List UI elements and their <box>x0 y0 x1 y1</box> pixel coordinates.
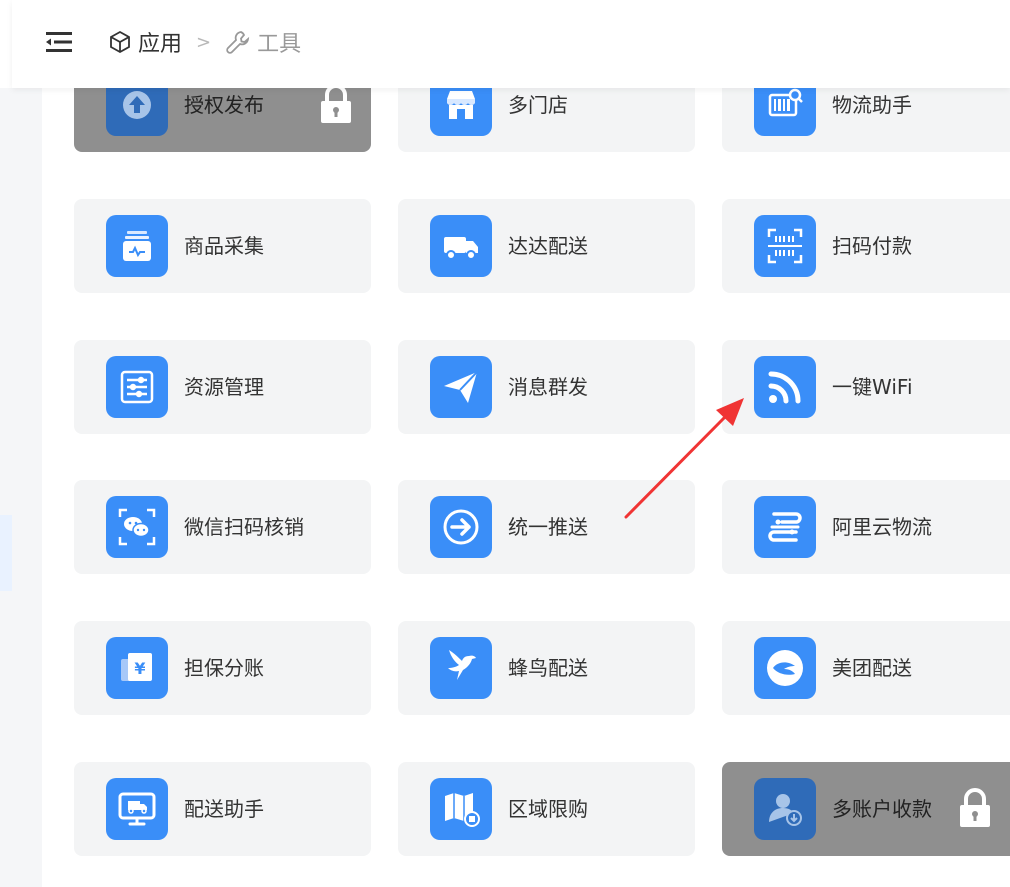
region-map-icon <box>430 778 492 840</box>
tool-card-fengniao-delivery[interactable]: 蜂鸟配送 <box>398 621 695 715</box>
tool-card-label: 消息群发 <box>508 375 588 399</box>
multi-account-icon <box>754 778 816 840</box>
tool-card-resource-management[interactable]: 资源管理 <box>74 340 371 434</box>
tool-card-label: 扫码付款 <box>832 234 912 258</box>
lock-icon <box>960 788 990 827</box>
breadcrumb-tools: 工具 <box>225 26 301 58</box>
breadcrumb: 应用 > 工具 <box>108 26 301 58</box>
svg-text:¥: ¥ <box>134 659 145 678</box>
tool-card-label: 美团配送 <box>832 656 912 680</box>
aliyun-logo-icon <box>754 496 816 558</box>
tool-card-label: 统一推送 <box>508 515 588 539</box>
tool-card-label: 多门店 <box>508 93 568 117</box>
tool-card-aliyun-logistics[interactable]: 阿里云物流 <box>722 480 1010 574</box>
tool-card-label: 商品采集 <box>184 234 264 258</box>
tool-card-meituan-delivery[interactable]: 美团配送 <box>722 621 1010 715</box>
lock-icon <box>321 84 351 123</box>
truck-icon <box>430 215 492 277</box>
wechat-scan-icon <box>106 496 168 558</box>
tool-card-unified-push[interactable]: 统一推送 <box>398 480 695 574</box>
tool-card-label: 阿里云物流 <box>832 515 932 539</box>
delivery-monitor-icon <box>106 778 168 840</box>
tool-card-label: 一键WiFi <box>832 375 913 399</box>
breadcrumb-apps[interactable]: 应用 <box>108 26 182 58</box>
tool-card-product-collect[interactable]: 商品采集 <box>74 199 371 293</box>
tool-card-label: 授权发布 <box>184 93 264 117</box>
tool-card-label: 资源管理 <box>184 375 264 399</box>
cube-icon <box>110 30 130 54</box>
tool-card-one-click-wifi[interactable]: 一键WiFi <box>722 340 1010 434</box>
tool-card-guaranteed-split[interactable]: ¥ 担保分账 <box>74 621 371 715</box>
tool-card-label: 微信扫码核销 <box>184 515 304 539</box>
tool-card-label: 多账户收款 <box>832 797 932 821</box>
wifi-icon <box>754 356 816 418</box>
breadcrumb-tools-label: 工具 <box>257 32 302 57</box>
breadcrumb-apps-label: 应用 <box>138 32 183 57</box>
tool-card-label: 配送助手 <box>184 797 264 821</box>
top-header: 应用 > 工具 <box>12 0 1010 88</box>
tool-card-label: 蜂鸟配送 <box>508 656 588 680</box>
tool-card-label: 物流助手 <box>832 93 912 117</box>
tool-card-message-broadcast[interactable]: 消息群发 <box>398 340 695 434</box>
barcode-scan-icon <box>754 215 816 277</box>
send-plane-icon <box>430 356 492 418</box>
tool-card-wechat-scan-verify[interactable]: 微信扫码核销 <box>74 480 371 574</box>
tool-card-dada-delivery[interactable]: 达达配送 <box>398 199 695 293</box>
collect-box-icon <box>106 215 168 277</box>
yuan-split-icon: ¥ <box>106 637 168 699</box>
menu-collapse-icon[interactable] <box>46 30 72 54</box>
tool-card-scan-pay[interactable]: 扫码付款 <box>722 199 1010 293</box>
tool-card-delivery-assistant[interactable]: 配送助手 <box>74 762 371 856</box>
tool-card-multi-account-collect[interactable]: 多账户收款 <box>722 762 1010 856</box>
wrench-icon <box>226 31 250 54</box>
tool-card-label: 达达配送 <box>508 234 588 258</box>
tool-card-label: 区域限购 <box>508 797 588 821</box>
hummingbird-icon <box>430 637 492 699</box>
meituan-logo-icon <box>754 637 816 699</box>
tools-grid: 授权发布 多门店 物流助手 商品采集 达达配送 扫码付款 资源管理 消息群发 一… <box>0 0 1010 887</box>
resource-list-icon <box>106 356 168 418</box>
push-arrow-icon <box>430 496 492 558</box>
breadcrumb-separator: > <box>196 31 212 53</box>
tool-card-label: 担保分账 <box>184 656 264 680</box>
tool-card-region-purchase-limit[interactable]: 区域限购 <box>398 762 695 856</box>
